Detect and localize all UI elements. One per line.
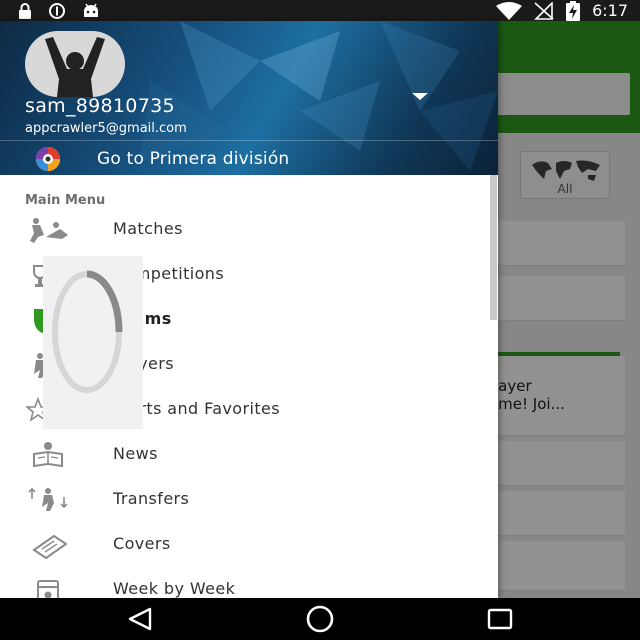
loading-spinner-icon xyxy=(52,270,123,393)
status-bar: 6:17 xyxy=(0,0,640,21)
account-dropdown-arrow-icon[interactable] xyxy=(412,93,428,100)
drawer-scrollbar[interactable] xyxy=(490,175,497,320)
status-time: 6:17 xyxy=(592,1,628,20)
menu-item-covers[interactable]: Covers xyxy=(0,523,490,568)
navigation-drawer: sam_89810735 appcrawler5@gmail.com Go to… xyxy=(0,21,498,598)
wifi-icon xyxy=(496,2,523,20)
battery-charging-icon xyxy=(566,1,581,21)
account-username: sam_89810735 xyxy=(25,95,175,117)
android-icon xyxy=(84,3,98,17)
alert-circle-icon xyxy=(49,3,65,19)
news-reader-icon xyxy=(33,442,63,468)
no-signal-icon xyxy=(534,2,554,20)
account-email: appcrawler5@gmail.com xyxy=(25,121,187,136)
league-logo-icon xyxy=(36,147,60,171)
lock-icon xyxy=(19,3,31,19)
system-nav-bar xyxy=(0,598,640,640)
calendar-icon xyxy=(37,580,59,598)
league-link-label: Go to Primera división xyxy=(97,149,290,169)
menu-item-label: News xyxy=(113,444,158,463)
menu-item-label: Week by Week xyxy=(113,579,236,598)
newspaper-icon xyxy=(32,534,68,560)
loading-overlay xyxy=(43,256,143,429)
menu-item-label: Covers xyxy=(113,534,171,553)
menu-item-transfers[interactable]: Transfers xyxy=(0,478,490,523)
menu-item-news[interactable]: News xyxy=(0,433,490,478)
avatar[interactable] xyxy=(25,31,125,97)
league-link[interactable]: Go to Primera división xyxy=(0,140,498,175)
drawer-header: sam_89810735 appcrawler5@gmail.com Go to… xyxy=(0,21,498,175)
transfer-icon xyxy=(28,487,68,511)
main-menu-title: Main Menu xyxy=(25,193,106,208)
home-icon[interactable] xyxy=(304,603,336,635)
menu-item-matches[interactable]: Matches xyxy=(0,208,490,253)
menu-item-label: Transfers xyxy=(113,489,190,508)
players-tackle-icon xyxy=(30,218,68,243)
back-icon[interactable] xyxy=(126,607,154,631)
user-silhouette-icon xyxy=(45,37,105,97)
recents-icon[interactable] xyxy=(486,607,514,631)
menu-item-label: Matches xyxy=(113,219,183,238)
menu-item-week-by-week[interactable]: Week by Week xyxy=(0,568,490,598)
